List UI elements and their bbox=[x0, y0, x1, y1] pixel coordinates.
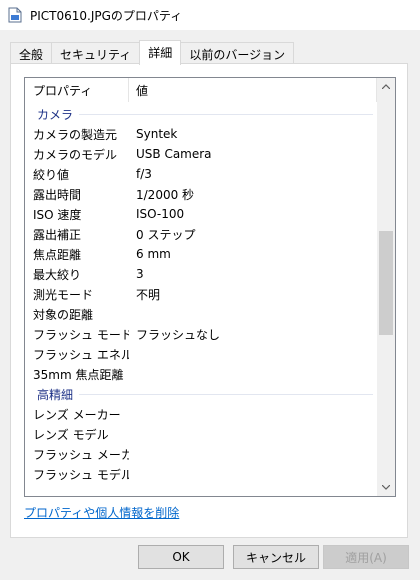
property-list[interactable]: プロパティ 値 カメラ カメラの製造元 Syntek カメラのモデル USB Cam… bbox=[24, 77, 396, 497]
property-name: 焦点距離 bbox=[33, 247, 82, 262]
document-icon bbox=[8, 7, 22, 23]
details-panel: プロパティ 値 カメラ カメラの製造元 Syntek カメラのモデル USB Cam… bbox=[10, 63, 408, 538]
tab-previous-versions[interactable]: 以前のバージョン bbox=[180, 42, 295, 64]
group-header-advanced: 高精細 bbox=[25, 384, 377, 404]
property-name: カメラのモデル bbox=[33, 147, 118, 162]
table-row[interactable]: フラッシュ エネルギー bbox=[25, 344, 377, 364]
table-row[interactable]: 測光モード 不明 bbox=[25, 284, 377, 304]
ok-button[interactable]: OK bbox=[138, 545, 224, 569]
property-name: フラッシュ モデル bbox=[33, 467, 129, 482]
property-value: f/3 bbox=[136, 167, 152, 181]
property-value: Syntek bbox=[136, 127, 178, 141]
vertical-scrollbar[interactable] bbox=[377, 78, 395, 496]
table-row[interactable]: フラッシュ モデル bbox=[25, 464, 377, 484]
property-name: 最大絞り bbox=[33, 267, 82, 282]
table-row[interactable]: レンズ モデル bbox=[25, 424, 377, 444]
title-bar: PICT0610.JPGのプロパティ bbox=[0, 0, 420, 30]
property-name: ISO 速度 bbox=[33, 207, 82, 222]
table-row[interactable]: カメラの製造元 Syntek bbox=[25, 124, 377, 144]
table-row[interactable]: 絞り値 f/3 bbox=[25, 164, 377, 184]
list-header: プロパティ 値 bbox=[25, 78, 377, 102]
property-name: レンズ メーカー bbox=[33, 407, 121, 422]
property-name: 絞り値 bbox=[33, 167, 70, 182]
cancel-button[interactable]: キャンセル bbox=[233, 545, 319, 569]
window-title: PICT0610.JPGのプロパティ bbox=[30, 8, 183, 23]
column-header-value[interactable]: 値 bbox=[129, 78, 377, 102]
property-value: 3 bbox=[136, 267, 144, 281]
property-name: レンズ モデル bbox=[33, 427, 109, 442]
table-row[interactable]: 露出時間 1/2000 秒 bbox=[25, 184, 377, 204]
property-value: 不明 bbox=[136, 287, 161, 302]
table-row[interactable]: カメラのモデル USB Camera bbox=[25, 144, 377, 164]
table-row[interactable]: 露出補正 0 ステップ bbox=[25, 224, 377, 244]
property-value: USB Camera bbox=[136, 147, 212, 161]
table-row[interactable]: ISO 速度 ISO-100 bbox=[25, 204, 377, 224]
property-rows: カメラ カメラの製造元 Syntek カメラのモデル USB Camera 絞り値 f… bbox=[25, 104, 377, 484]
table-row[interactable]: フラッシュ モード フラッシュなし bbox=[25, 324, 377, 344]
property-value: 0 ステップ bbox=[136, 227, 196, 242]
table-row[interactable]: 35mm 焦点距離 bbox=[25, 364, 377, 384]
scrollbar-thumb[interactable] bbox=[379, 231, 393, 335]
property-name: 測光モード bbox=[33, 287, 94, 302]
property-name: 露出時間 bbox=[33, 187, 82, 202]
table-row[interactable]: レンズ メーカー bbox=[25, 404, 377, 424]
column-header-property[interactable]: プロパティ bbox=[25, 78, 129, 102]
group-header-camera: カメラ bbox=[25, 104, 377, 124]
apply-button[interactable]: 適用(A) bbox=[323, 545, 409, 569]
tab-general[interactable]: 全般 bbox=[10, 42, 53, 64]
table-row[interactable]: 最大絞り 3 bbox=[25, 264, 377, 284]
property-name: フラッシュ エネルギー bbox=[33, 347, 129, 362]
property-value: 6 mm bbox=[136, 247, 171, 261]
tab-details[interactable]: 詳細 bbox=[139, 40, 182, 65]
property-value: フラッシュなし bbox=[136, 327, 221, 342]
tab-security[interactable]: セキュリティ bbox=[51, 42, 141, 64]
property-name: 露出補正 bbox=[33, 227, 82, 242]
property-name: 対象の距離 bbox=[33, 307, 94, 322]
table-row[interactable]: フラッシュ メーカー bbox=[25, 444, 377, 464]
tab-strip: 全般 セキュリティ 詳細 以前のバージョン bbox=[10, 40, 295, 65]
property-name: フラッシュ メーカー bbox=[33, 447, 129, 462]
table-row[interactable]: 対象の距離 bbox=[25, 304, 377, 324]
chevron-up-icon[interactable] bbox=[377, 78, 395, 95]
table-row[interactable]: 焦点距離 6 mm bbox=[25, 244, 377, 264]
property-name: カメラの製造元 bbox=[33, 127, 118, 142]
property-value: ISO-100 bbox=[136, 207, 185, 221]
property-name: フラッシュ モード bbox=[33, 327, 129, 342]
remove-properties-link[interactable]: プロパティや個人情報を削除 bbox=[24, 504, 179, 521]
property-value: 1/2000 秒 bbox=[136, 187, 195, 202]
property-name: 35mm 焦点距離 bbox=[33, 367, 124, 382]
chevron-down-icon[interactable] bbox=[377, 479, 395, 496]
